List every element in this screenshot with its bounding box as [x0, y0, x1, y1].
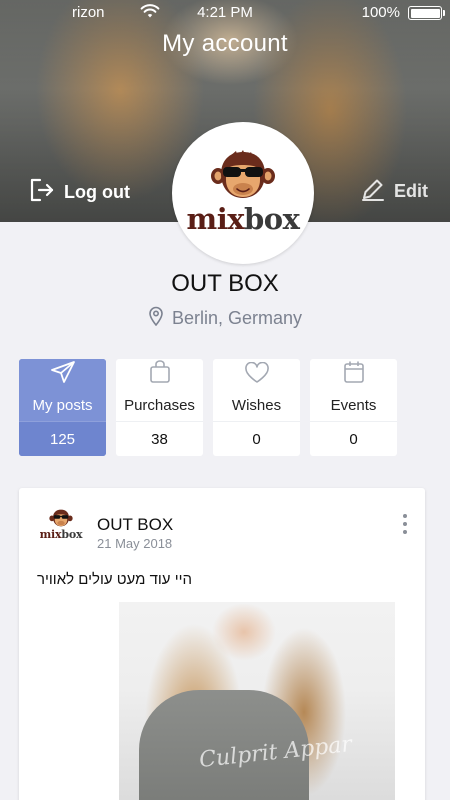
profile-name: OUT BOX — [171, 270, 279, 297]
post-card[interactable]: mixbox OUT BOX 21 May 2018 היי עוד מעט ע… — [19, 488, 425, 800]
brand-box: box — [61, 528, 83, 541]
tab-label: Purchases — [124, 397, 195, 414]
brand-mix: mix — [186, 202, 245, 236]
monkey-logo-icon — [49, 509, 73, 527]
tab-label: My posts — [32, 397, 93, 414]
page-title: My account — [162, 30, 288, 57]
tab-wishes[interactable]: Wishes 0 — [213, 359, 300, 456]
tab-my-posts[interactable]: My posts 125 — [19, 359, 106, 456]
location-pin-icon — [148, 306, 164, 331]
tab-purchases[interactable]: Purchases 38 — [116, 359, 203, 456]
avatar[interactable]: mixbox — [172, 122, 314, 264]
tab-events[interactable]: Events 0 — [310, 359, 397, 456]
shopping-bag-icon — [149, 360, 171, 389]
paper-plane-icon — [50, 360, 76, 389]
profile-location: Berlin, Germany — [0, 306, 450, 331]
post-date: 21 May 2018 — [97, 536, 173, 551]
pencil-icon — [360, 176, 386, 207]
brand-box: box — [244, 202, 300, 236]
status-bar: rizon 4:21 PM 100% — [0, 0, 450, 26]
calendar-icon — [343, 360, 365, 389]
post-image[interactable]: Culprit Appar — [119, 602, 395, 800]
logout-button[interactable]: Log out — [28, 176, 130, 209]
location-label: Berlin, Germany — [171, 308, 303, 328]
post-text: היי עוד מעט עולים לאוויר — [37, 571, 193, 588]
logout-icon — [28, 176, 56, 209]
tab-count: 0 — [310, 421, 397, 456]
brand-wordmark: mixbox — [187, 202, 300, 236]
tab-count: 0 — [213, 421, 300, 456]
logout-label: Log out — [64, 182, 130, 202]
tab-label: Events — [330, 397, 377, 414]
tab-count: 38 — [116, 421, 203, 456]
edit-label: Edit — [394, 181, 428, 201]
tab-label: Wishes — [231, 397, 282, 414]
more-options-icon[interactable] — [399, 514, 411, 534]
battery-icon — [408, 6, 445, 20]
post-author-avatar[interactable]: mixbox — [39, 508, 83, 548]
battery-percent: 100% — [361, 4, 400, 21]
brand-wordmark: mixbox — [40, 528, 83, 541]
profile-stats-tabs: My posts 125 Purchases 38 Wishes 0 Event… — [19, 359, 397, 456]
post-author-name[interactable]: OUT BOX — [97, 515, 173, 535]
heart-icon — [244, 361, 270, 389]
edit-button[interactable]: Edit — [360, 176, 428, 207]
tab-count: 125 — [19, 421, 106, 456]
brand-mix: mix — [39, 528, 62, 541]
monkey-logo-icon — [211, 150, 275, 198]
